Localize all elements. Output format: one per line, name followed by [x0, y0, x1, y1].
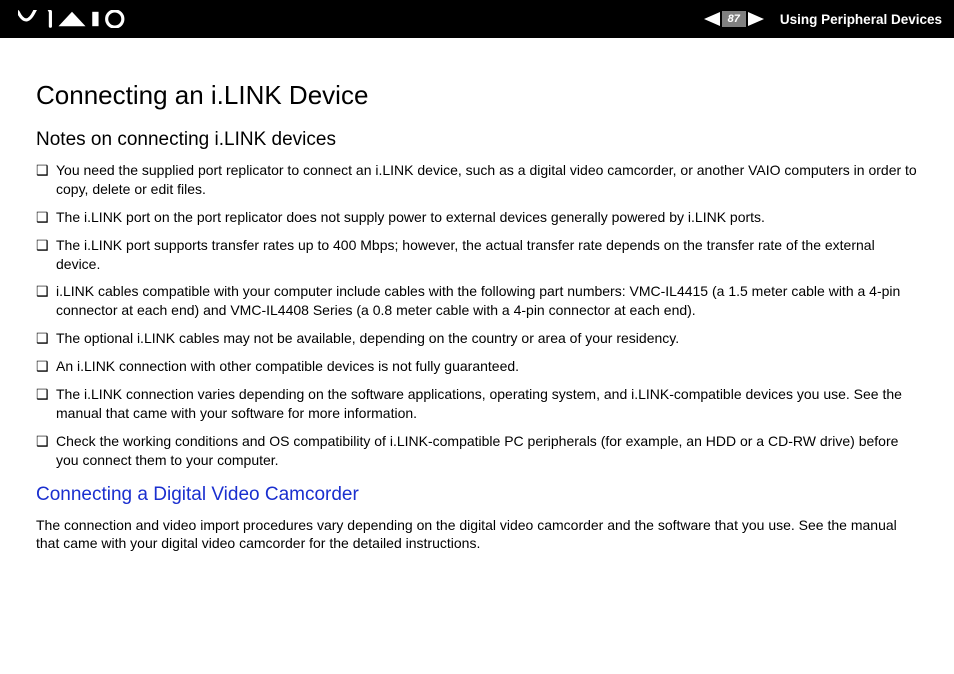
square-bullet-icon: ❑ [36, 161, 56, 180]
square-bullet-icon: ❑ [36, 236, 56, 255]
square-bullet-icon: ❑ [36, 385, 56, 404]
list-item-text: i.LINK cables compatible with your compu… [56, 282, 918, 320]
vaio-logo [18, 0, 126, 38]
page-number: 87 [722, 11, 746, 27]
list-item: ❑i.LINK cables compatible with your comp… [36, 282, 918, 320]
square-bullet-icon: ❑ [36, 329, 56, 348]
list-item-text: You need the supplied port replicator to… [56, 161, 918, 199]
subsection-heading[interactable]: Connecting a Digital Video Camcorder [36, 484, 918, 506]
list-item: ❑You need the supplied port replicator t… [36, 161, 918, 199]
section-label: Using Peripheral Devices [780, 12, 942, 27]
list-item: ❑An i.LINK connection with other compati… [36, 357, 918, 376]
notes-list: ❑You need the supplied port replicator t… [36, 161, 918, 470]
list-item-text: The i.LINK port on the port replicator d… [56, 208, 918, 227]
header-bar: 87 Using Peripheral Devices [0, 0, 954, 38]
header-right: 87 Using Peripheral Devices [704, 11, 942, 27]
list-item-text: Check the working conditions and OS comp… [56, 432, 918, 470]
list-item: ❑The i.LINK port on the port replicator … [36, 208, 918, 227]
square-bullet-icon: ❑ [36, 432, 56, 451]
list-item: ❑The i.LINK port supports transfer rates… [36, 236, 918, 274]
list-item: ❑The optional i.LINK cables may not be a… [36, 329, 918, 348]
page-title: Connecting an i.LINK Device [36, 80, 918, 111]
square-bullet-icon: ❑ [36, 357, 56, 376]
subsection-body: The connection and video import procedur… [36, 516, 918, 554]
page-content: Connecting an i.LINK Device Notes on con… [0, 38, 954, 573]
square-bullet-icon: ❑ [36, 282, 56, 301]
list-item-text: The i.LINK connection varies depending o… [56, 385, 918, 423]
list-item-text: The i.LINK port supports transfer rates … [56, 236, 918, 274]
next-page-arrow-icon[interactable] [748, 12, 764, 26]
notes-heading: Notes on connecting i.LINK devices [36, 129, 918, 151]
vaio-logo-svg [18, 10, 126, 28]
list-item: ❑The i.LINK connection varies depending … [36, 385, 918, 423]
square-bullet-icon: ❑ [36, 208, 56, 227]
prev-page-arrow-icon[interactable] [704, 12, 720, 26]
list-item-text: The optional i.LINK cables may not be av… [56, 329, 918, 348]
page-nav: 87 [704, 11, 764, 27]
list-item: ❑Check the working conditions and OS com… [36, 432, 918, 470]
list-item-text: An i.LINK connection with other compatib… [56, 357, 918, 376]
